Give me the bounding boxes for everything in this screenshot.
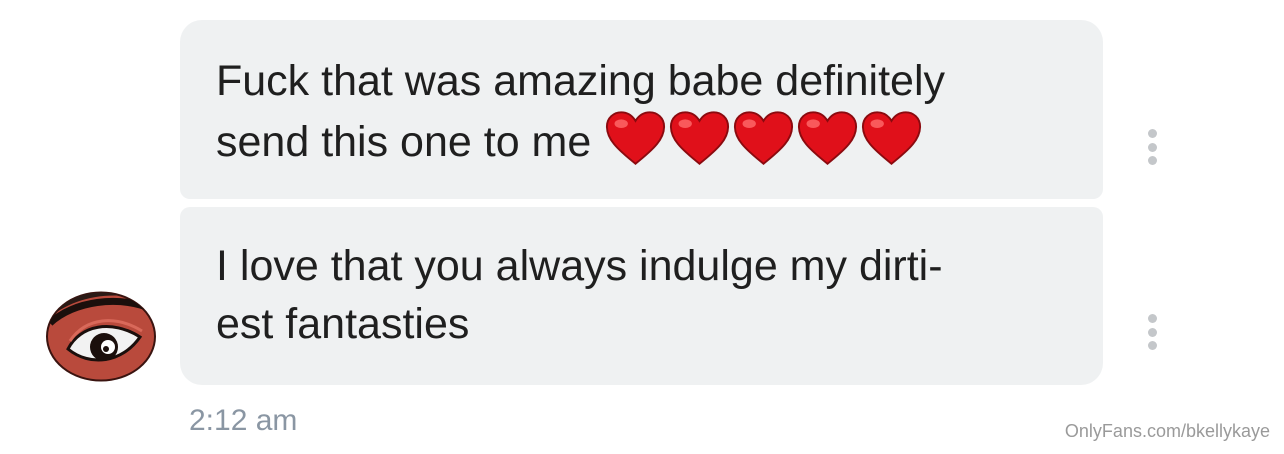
message-options-button[interactable] [1142,127,1162,167]
heart-emoji-row [605,110,922,166]
red-heart-icon [734,111,794,165]
message-text-line: send this one to me [216,110,1067,171]
more-dot [1147,341,1157,350]
message-text-line: Fuck that was amazing babe definitely [216,57,946,105]
red-heart-icon [862,111,922,165]
message-text-line: I love that you always indulge my dirti- [216,242,943,290]
message-text-segment: send this one to me [216,118,592,166]
more-vertical-icon [1147,314,1157,323]
more-dot [1147,142,1157,152]
message-timestamp: 2:12 am [189,404,298,437]
watermark-text: OnlyFans.com/bkellykaye [1064,421,1270,441]
more-dot [1147,327,1157,337]
red-heart-icon [798,111,858,165]
message-text-line: est fantasties [216,300,470,348]
red-heart-icon [670,111,730,165]
more-dot [1147,156,1157,165]
message-bubble[interactable]: Fuck that was amazing babe definitely se… [180,20,1103,199]
message-bubble[interactable]: I love that you always indulge my dirti-… [180,207,1103,385]
eye-avatar-icon[interactable] [46,291,156,382]
message-options-button[interactable] [1142,312,1162,352]
more-vertical-icon [1147,129,1157,138]
red-heart-icon [606,111,666,165]
